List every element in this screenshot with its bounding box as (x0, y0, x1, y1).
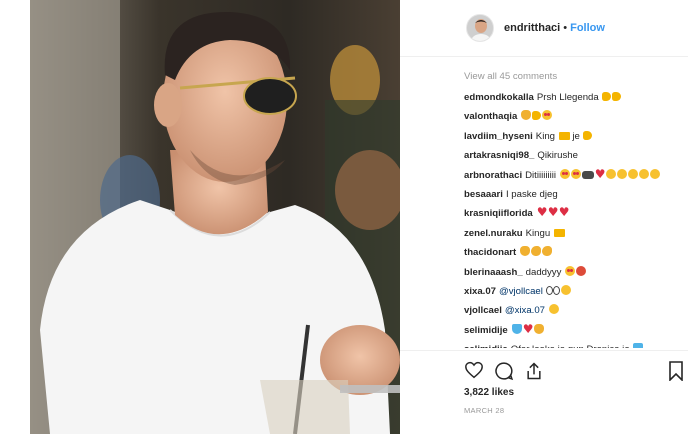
bookmark-icon[interactable] (668, 361, 684, 386)
smirk-emoji-icon (616, 168, 627, 179)
avatar[interactable] (466, 14, 494, 42)
hearteyes-emoji-icon (570, 168, 581, 179)
thumb-emoji-icon (602, 92, 612, 101)
follow-button[interactable]: Follow (570, 22, 605, 34)
post-date: MARCH 28 (464, 406, 505, 415)
comment-username[interactable]: lavdiim_hyseni (464, 131, 533, 142)
post-image (30, 0, 400, 434)
muscle-emoji-icon (542, 246, 553, 257)
hearteyes-emoji-icon (565, 265, 576, 276)
ok-emoji-icon (533, 323, 544, 334)
comments-list[interactable]: View all 45 comments edmondkokalla Prsh L… (464, 66, 688, 348)
comment-username[interactable]: selimidije (464, 344, 508, 348)
post-panel: endritthaci • Follow View all 45 comments … (400, 0, 688, 434)
smirk-emoji-icon (649, 168, 660, 179)
comment-username[interactable]: vjollcael (464, 305, 502, 316)
smirk-emoji-icon (548, 304, 559, 315)
heart-emoji-icon (537, 207, 548, 217)
comment-item: edmondkokalla Prsh Llegenda (464, 91, 688, 104)
crown-emoji-icon (558, 131, 570, 140)
thumb-emoji-icon (583, 130, 593, 140)
comment-item: blerinaaash_ daddyyy (464, 265, 688, 279)
comment-item: besaaari I paske djeg (464, 188, 688, 201)
car-emoji-icon (581, 170, 594, 179)
heart-outline-icon[interactable] (464, 361, 484, 384)
comment-mention[interactable]: @vjollcael (499, 286, 543, 297)
ok-emoji-icon (520, 246, 531, 257)
comment-item: thacidonart (464, 246, 688, 259)
comment-item: krasniqiiflorida (464, 207, 688, 220)
comment-text: Qikirushe (537, 150, 578, 162)
smirk-emoji-icon (627, 168, 638, 179)
heart-emoji-icon (523, 324, 534, 334)
comment-text: Ofar looke je qun Drenice je (511, 344, 630, 348)
comment-item: valonthaqia (464, 110, 688, 123)
comment-username[interactable]: arbnorathaci (464, 170, 522, 181)
comment-item: lavdiim_hyseni King je (464, 130, 688, 143)
gem-emoji-icon (633, 343, 644, 348)
smirk-emoji-icon (638, 168, 649, 179)
comment-mention[interactable]: @xixa.07 (505, 305, 545, 316)
comment-username[interactable]: besaaari (464, 189, 503, 200)
thumb-emoji-icon (612, 92, 622, 101)
smirk-emoji-icon (560, 284, 571, 295)
comment-item: xixa.07 @vjollcael (464, 284, 688, 298)
comment-username[interactable]: blerinaaash_ (464, 267, 523, 278)
comment-username[interactable]: krasniqiiflorida (464, 208, 533, 219)
comment-username[interactable]: edmondkokalla (464, 92, 534, 103)
eyes-emoji-icon (545, 285, 553, 295)
devil-emoji-icon (576, 265, 587, 276)
post-actions: 3,822 likes MARCH 28 (400, 350, 688, 434)
post-header: endritthaci • Follow (400, 0, 688, 57)
crown-emoji-icon (553, 228, 565, 237)
comment-item: zenel.nuraku Kingu (464, 227, 688, 240)
hearteyes-emoji-icon (542, 110, 553, 121)
separator-dot: • (563, 22, 568, 34)
muscle-emoji-icon (531, 246, 542, 257)
heart-emoji-icon (548, 207, 559, 217)
likes-count[interactable]: 3,822 likes (464, 387, 514, 398)
comment-item: selimidije (464, 323, 688, 337)
comment-item: arbnorathaci Ditiiiiiiiii (464, 168, 688, 182)
comment-item: vjollcael @xixa.07 (464, 304, 688, 317)
hearteyes-emoji-icon (559, 168, 570, 179)
thumb-emoji-icon (532, 111, 542, 121)
ok-emoji-icon (521, 110, 532, 121)
comment-text: daddyyy (525, 266, 562, 278)
comment-text: Ditiiiiiiiii (525, 169, 557, 181)
heart-emoji-icon (595, 169, 606, 179)
comment-username[interactable]: selimidije (464, 325, 508, 336)
heart-emoji-icon (559, 207, 570, 217)
eyes-emoji-icon (552, 285, 560, 295)
comment-username[interactable]: xixa.07 (464, 286, 496, 297)
comment-username[interactable]: zenel.nuraku (464, 228, 523, 239)
comment-item: artakrasniqi98_ Qikirushe (464, 149, 688, 162)
comment-username[interactable]: thacidonart (464, 247, 516, 258)
comment-username[interactable]: valonthaqia (464, 111, 517, 122)
comment-text: Prsh Llegenda (536, 92, 599, 103)
comment-item: selimidijeOfar looke je qun Drenice je (464, 343, 688, 348)
gem-emoji-icon (511, 323, 522, 334)
view-all-comments-link[interactable]: View all 45 comments (464, 70, 688, 83)
comment-text: I paske djeg (505, 188, 558, 200)
comment-text: King (535, 130, 555, 142)
comment-username[interactable]: artakrasniqi98_ (464, 150, 534, 161)
comment-text: je (572, 130, 580, 142)
comment-bubble-icon[interactable] (494, 361, 514, 386)
comment-text: Kingu (525, 227, 551, 239)
smirk-emoji-icon (605, 168, 616, 179)
post-photo[interactable] (30, 0, 400, 434)
post-username[interactable]: endritthaci (504, 22, 560, 34)
share-icon[interactable] (524, 361, 544, 386)
